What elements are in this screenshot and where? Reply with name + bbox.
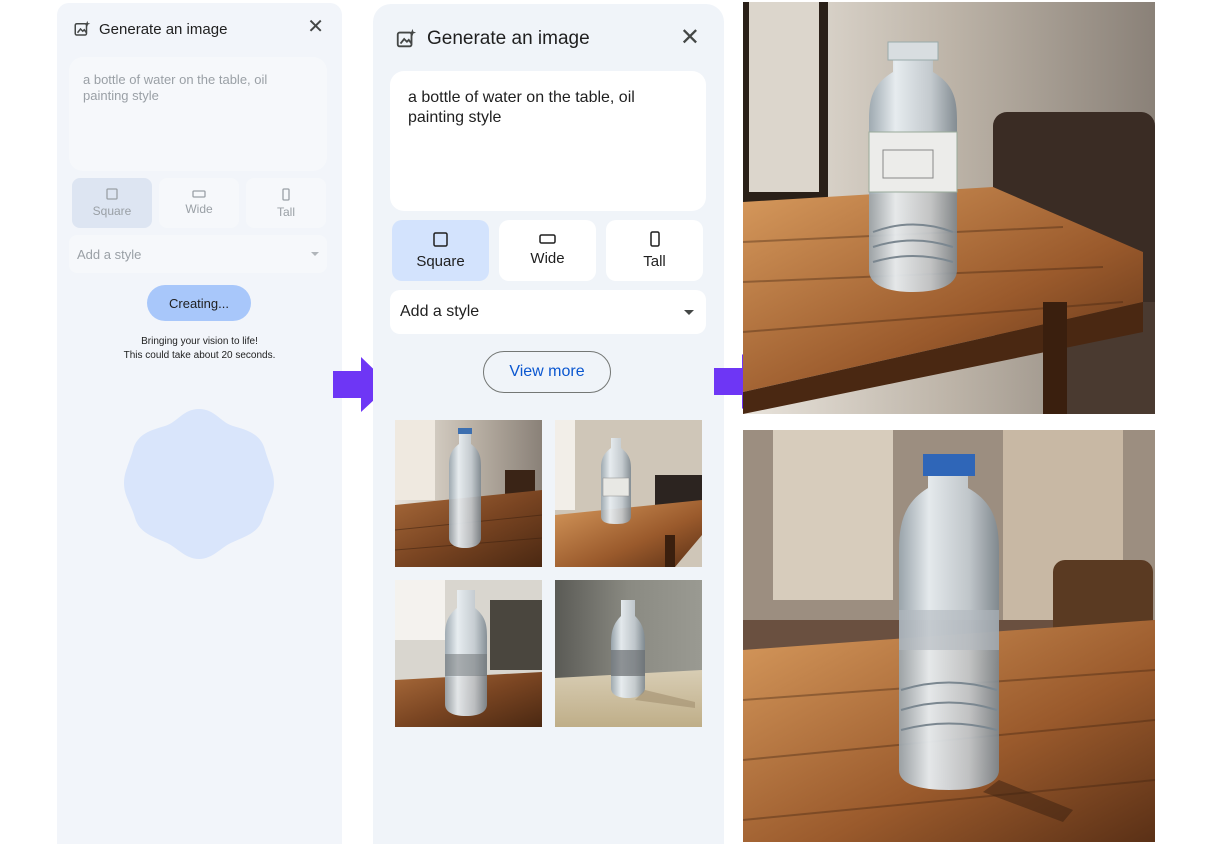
aspect-label: Wide — [185, 202, 213, 216]
style-dropdown[interactable]: Add a style — [69, 235, 327, 273]
prompt-input[interactable]: a bottle of water on the table, oil pain… — [69, 57, 327, 171]
aspect-tall-button[interactable]: Tall — [606, 220, 703, 281]
aspect-label: Wide — [530, 250, 565, 267]
loading-panel: Generate an image ✕ a bottle of water on… — [57, 3, 342, 844]
aspect-square-button[interactable]: Square — [392, 220, 489, 281]
aspect-square-button[interactable]: Square — [72, 178, 152, 228]
aspect-label: Square — [92, 204, 132, 218]
close-icon[interactable]: ✕ — [680, 26, 700, 50]
aspect-label: Tall — [643, 253, 666, 270]
close-icon[interactable]: ✕ — [307, 17, 324, 37]
results-panel: Generate an image ✕ a bottle of water on… — [373, 4, 724, 844]
status-message-line2: This could take about 20 seconds. — [123, 350, 276, 361]
generated-image-thumbnail[interactable] — [395, 420, 542, 567]
view-more-button[interactable]: View more — [483, 351, 611, 393]
aspect-wide-button[interactable]: Wide — [499, 220, 596, 281]
style-dropdown-label: Add a style — [400, 303, 480, 320]
expanded-generated-image — [743, 430, 1155, 842]
aspect-wide-button[interactable]: Wide — [159, 178, 239, 228]
aspect-tall-button[interactable]: Tall — [246, 178, 326, 228]
aspect-label: Square — [416, 252, 465, 270]
generated-image-thumbnail[interactable] — [555, 420, 702, 567]
style-dropdown-label: Add a style — [77, 246, 142, 262]
creating-status-button: Creating... — [147, 285, 251, 321]
status-message-line1: Bringing your vision to life! — [141, 336, 258, 347]
generated-image-thumbnail[interactable] — [555, 580, 702, 727]
wide-rect-icon — [192, 190, 206, 198]
tall-rect-icon — [649, 231, 660, 247]
wide-rect-icon — [539, 234, 556, 244]
panel-title: Generate an image — [427, 28, 590, 49]
aspect-ratio-selector: Square Wide Tall — [72, 178, 326, 228]
panel-header: Generate an image — [395, 27, 590, 51]
loading-blob — [124, 409, 274, 559]
prompt-input[interactable]: a bottle of water on the table, oil pain… — [390, 71, 706, 211]
expanded-generated-image — [743, 2, 1155, 414]
aspect-ratio-selector: Square Wide Tall — [392, 220, 703, 281]
panel-header: Generate an image — [73, 19, 227, 39]
image-generate-icon — [396, 28, 417, 48]
caret-down-icon — [684, 309, 694, 315]
square-icon — [433, 231, 448, 247]
panel-title: Generate an image — [99, 20, 228, 38]
caret-down-icon — [311, 252, 319, 256]
aspect-label: Tall — [276, 204, 295, 219]
square-icon — [106, 188, 118, 200]
generated-image-thumbnail[interactable] — [395, 580, 542, 727]
image-generate-icon — [74, 20, 91, 36]
tall-rect-icon — [282, 187, 290, 201]
style-dropdown[interactable]: Add a style — [390, 290, 706, 334]
